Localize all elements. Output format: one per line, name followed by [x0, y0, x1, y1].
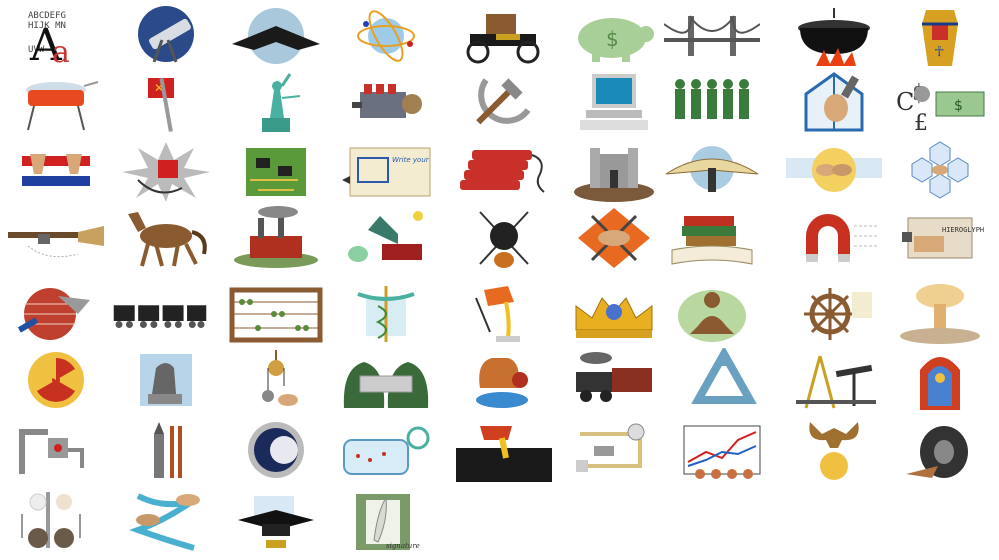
greenhouse-hand-icon[interactable]: [786, 70, 882, 134]
hieroglyph-text: HIEROGLYPH: [942, 226, 984, 234]
banknote-symbol: $: [954, 98, 963, 114]
train-cars-icon[interactable]: [112, 282, 208, 346]
small-letter: a: [52, 35, 70, 68]
rocket-launch-icon[interactable]: [118, 418, 214, 482]
mushroom-cloud-icon[interactable]: [892, 282, 988, 346]
moon-window-icon[interactable]: [228, 418, 324, 482]
money-bags-icon[interactable]: [338, 348, 434, 412]
recycle-icon[interactable]: [676, 348, 772, 412]
pottery-icon[interactable]: [456, 348, 552, 412]
dynamite-icon[interactable]: [456, 140, 552, 204]
atom-globe-icon[interactable]: [338, 4, 434, 68]
dna-hands-icon[interactable]: [118, 490, 214, 554]
locomotive-icon[interactable]: [566, 348, 662, 412]
currency-symbols-icon[interactable]: $C$£: [892, 70, 988, 134]
explosion-icon[interactable]: [118, 140, 214, 204]
blueprint-script: Write your: [392, 156, 430, 164]
pulley-icon[interactable]: [228, 348, 324, 412]
thinker-statue-icon[interactable]: [118, 348, 214, 412]
dome-stove-icon[interactable]: [8, 70, 104, 134]
clipart-gallery: ABCDEFG HIJK MN UVW A a $ ☥ ✕ $ C £ Writ…: [0, 0, 999, 560]
statue-of-liberty-icon[interactable]: [228, 70, 324, 134]
pharaoh-sarcophagus-icon[interactable]: ☥: [892, 4, 988, 68]
currency-pound: £: [914, 111, 928, 134]
antique-car-icon[interactable]: [456, 4, 552, 68]
spears-shield-icon[interactable]: [456, 206, 552, 270]
stamp-pad-icon[interactable]: HIEROGLYPH: [892, 206, 988, 270]
falling-balls-icon[interactable]: [8, 490, 104, 554]
brick-trowel-icon[interactable]: [8, 282, 104, 346]
radiation-icon[interactable]: [8, 348, 104, 412]
computer-icon[interactable]: [566, 70, 662, 134]
flag-hands-icon[interactable]: [8, 140, 104, 204]
stealth-bomber-icon[interactable]: [228, 4, 324, 68]
abacus-icon[interactable]: [228, 282, 324, 346]
robot-arm-icon[interactable]: [8, 418, 104, 482]
circuit-board-icon[interactable]: [228, 140, 324, 204]
steel-mill-icon[interactable]: [456, 418, 552, 482]
ships-wheel-icon[interactable]: [786, 282, 882, 346]
laboratory-tank-icon[interactable]: [338, 418, 434, 482]
eagle-globe-icon[interactable]: [786, 418, 882, 482]
piggy-bank-symbol: $: [606, 27, 619, 51]
suspension-bridge-icon[interactable]: [664, 4, 760, 68]
tire-icon[interactable]: [892, 418, 988, 482]
factory-icon[interactable]: [228, 206, 324, 270]
caduceus-icon[interactable]: [338, 282, 434, 346]
network-nodes-icon[interactable]: [892, 140, 988, 204]
signature-text: signature: [386, 542, 420, 550]
engine-icon[interactable]: [338, 70, 434, 134]
schematic-icon[interactable]: [566, 418, 662, 482]
piggy-bank-icon[interactable]: $: [566, 4, 662, 68]
musket-icon[interactable]: [8, 206, 104, 270]
horse-icon[interactable]: [118, 206, 214, 270]
svg-text:☥: ☥: [934, 44, 944, 60]
line-chart-icon[interactable]: [676, 418, 772, 482]
alphabet-letters-icon[interactable]: ABCDEFG HIJK MN UVW A a: [8, 4, 104, 68]
books-icon[interactable]: [664, 206, 760, 270]
telescope-icon[interactable]: [118, 4, 214, 68]
meditating-figure-icon[interactable]: [664, 282, 760, 346]
glider-icon[interactable]: [664, 140, 760, 204]
cauldron-fire-icon[interactable]: [786, 4, 882, 68]
flag-sword-icon[interactable]: ✕: [118, 70, 214, 134]
cathedral-window-icon[interactable]: [892, 348, 988, 412]
graduation-cap-icon[interactable]: [228, 490, 324, 554]
blueprint-icon[interactable]: Write your: [338, 140, 434, 204]
crown-icon[interactable]: [566, 282, 662, 346]
oil-derrick-icon[interactable]: [786, 348, 882, 412]
castle-icon[interactable]: [566, 140, 662, 204]
gramophone-icon[interactable]: [338, 206, 434, 270]
quill-paper-icon[interactable]: signature: [338, 490, 434, 554]
magnet-icon[interactable]: [786, 206, 882, 270]
handshake-swords-icon[interactable]: [566, 206, 662, 270]
crucible-icon[interactable]: [456, 282, 552, 346]
soldiers-icon[interactable]: [664, 70, 760, 134]
hammer-sickle-icon[interactable]: [456, 70, 552, 134]
clasped-hands-globe-icon[interactable]: [786, 140, 882, 204]
